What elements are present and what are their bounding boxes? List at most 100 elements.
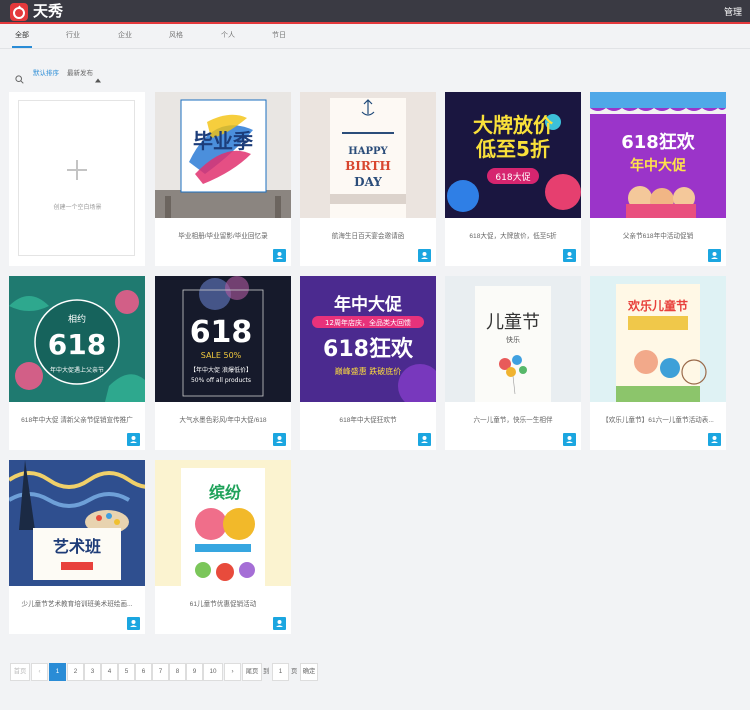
use-template-button[interactable] <box>273 433 286 446</box>
card-caption: 父亲节618年中活动促销 <box>622 233 694 240</box>
thumb-text: 低至5折 <box>475 137 550 161</box>
use-template-button[interactable] <box>127 617 140 630</box>
page-button-4[interactable]: 4 <box>101 663 118 681</box>
template-card[interactable]: 相约 618 年中大促遇上父亲节 618年中大促 清新父亲节促销宣传推广 <box>9 276 145 450</box>
card-caption: 61儿童节优惠促销活动 <box>189 601 257 608</box>
template-thumbnail: 毕业季 <box>155 92 291 218</box>
template-thumbnail: 艺术班 <box>9 460 145 586</box>
tab-industry[interactable]: 行业 <box>66 31 80 41</box>
template-card[interactable]: 大牌放价 低至5折 618大促 618大促，大牌放价，低至5折 <box>445 92 581 266</box>
user-icon <box>130 620 137 627</box>
admin-link[interactable]: 管理 <box>724 5 742 19</box>
page-button-2[interactable]: 2 <box>67 663 84 681</box>
page-button-1[interactable]: 1 <box>49 663 66 681</box>
template-card[interactable]: HAPPY BIRTH DAY 航海生日百天宴会邀请函 <box>300 92 436 266</box>
template-card[interactable]: 缤纷 61儿童节优惠促销活动 <box>155 460 291 634</box>
template-thumbnail: HAPPY BIRTH DAY <box>300 92 436 218</box>
thumb-text: 快乐 <box>506 335 520 344</box>
tab-style[interactable]: 风格 <box>169 31 183 41</box>
use-template-button[interactable] <box>273 617 286 630</box>
use-template-button[interactable] <box>273 249 286 262</box>
app-title: 天秀 <box>33 3 64 20</box>
template-card[interactable]: 618 SALE 50% 【年中大促 浪爆低价】 50% off all pro… <box>155 276 291 450</box>
svg-text:DAY: DAY <box>354 175 382 189</box>
thumb-text: 大牌放价 <box>473 113 554 137</box>
first-page-button[interactable]: 首页 <box>10 663 30 681</box>
thumb-text: 618狂欢 <box>323 336 414 362</box>
thumb-text: 年中大促遇上父亲节 <box>50 366 104 374</box>
page-button-5[interactable]: 5 <box>118 663 135 681</box>
user-icon <box>276 620 283 627</box>
card-caption: 618年中大促 清新父亲节促销宣传推广 <box>21 417 133 424</box>
template-card[interactable]: 儿童节 快乐 六一儿童节，快乐一生相伴 <box>445 276 581 450</box>
thumb-text: 巅峰盛惠 跌破底价 <box>335 366 402 376</box>
prev-page-button[interactable]: ‹ <box>31 663 48 681</box>
page-button-10[interactable]: 10 <box>203 663 223 681</box>
template-thumbnail: 欢乐儿童节 <box>590 276 726 402</box>
page-button-8[interactable]: 8 <box>169 663 186 681</box>
top-bar: 天秀 管理 <box>0 0 750 24</box>
use-template-button[interactable] <box>418 433 431 446</box>
use-template-button[interactable] <box>563 433 576 446</box>
template-card[interactable]: 毕业季 毕业相册/毕业留影/毕业回忆录 <box>155 92 291 266</box>
thumb-text: SALE 50% <box>201 351 242 360</box>
page-button-7[interactable]: 7 <box>152 663 169 681</box>
template-thumbnail: 年中大促 12周年店庆，全品类大回馈 618狂欢 巅峰盛惠 跌破底价 <box>300 276 436 402</box>
blank-card-frame: 创建一个空白场景 <box>18 100 135 256</box>
tab-all[interactable]: 全部 <box>15 31 29 41</box>
use-template-button[interactable] <box>708 433 721 446</box>
thumb-text: 50% off all products <box>191 377 251 384</box>
tab-personal[interactable]: 个人 <box>221 31 235 41</box>
template-thumbnail: 618狂欢 年中大促 <box>590 92 726 218</box>
template-thumbnail: 618 SALE 50% 【年中大促 浪爆低价】 50% off all pro… <box>155 276 291 402</box>
user-icon <box>276 436 283 443</box>
next-page-button[interactable]: › <box>224 663 241 681</box>
template-card[interactable]: 欢乐儿童节 【欢乐儿童节】61六一儿童节活动表... <box>590 276 726 450</box>
sort-up-icon[interactable] <box>95 70 101 88</box>
card-caption: 618大促，大牌放价，低至5折 <box>469 233 557 240</box>
template-card[interactable]: 年中大促 12周年店庆，全品类大回馈 618狂欢 巅峰盛惠 跌破底价 618年中… <box>300 276 436 450</box>
blank-card-label: 创建一个空白场景 <box>53 205 102 211</box>
last-page-button[interactable]: 尾页 <box>242 663 262 681</box>
tab-festival[interactable]: 节日 <box>272 31 286 41</box>
user-icon <box>566 252 573 259</box>
template-card[interactable]: 618狂欢 年中大促 父亲节618年中活动促销 <box>590 92 726 266</box>
user-icon <box>276 252 283 259</box>
thumb-text: 12周年店庆，全品类大回馈 <box>325 318 411 327</box>
svg-text:HAPPY: HAPPY <box>348 146 388 157</box>
sort-latest[interactable]: 最新发布 <box>67 69 93 78</box>
use-template-button[interactable] <box>418 249 431 262</box>
create-blank-card[interactable]: 创建一个空白场景 <box>9 92 145 266</box>
search-icon[interactable] <box>15 71 24 89</box>
card-caption: 618年中大促狂欢节 <box>339 417 397 424</box>
goto-page-input[interactable]: 1 <box>272 663 289 681</box>
template-thumbnail: 相约 618 年中大促遇上父亲节 <box>9 276 145 402</box>
use-template-button[interactable] <box>127 433 140 446</box>
card-caption: 航海生日百天宴会邀请函 <box>331 233 405 240</box>
thumb-text: 618 <box>48 328 106 361</box>
page-button-3[interactable]: 3 <box>84 663 101 681</box>
logo-icon[interactable] <box>10 3 28 21</box>
use-template-button[interactable] <box>563 249 576 262</box>
tab-enterprise[interactable]: 企业 <box>118 31 132 41</box>
thumb-text: 相约 <box>68 313 86 325</box>
page-button-9[interactable]: 9 <box>186 663 203 681</box>
user-icon <box>421 436 428 443</box>
goto-suffix: 页 <box>291 668 298 675</box>
page-button-6[interactable]: 6 <box>135 663 152 681</box>
card-caption: 【欢乐儿童节】61六一儿童节活动表... <box>602 417 714 424</box>
sort-default[interactable]: 默认排序 <box>33 69 59 78</box>
user-icon <box>711 252 718 259</box>
thumb-text: 618狂欢 <box>621 132 696 153</box>
template-card[interactable]: 艺术班 少儿童节艺术教育培训班美术班绘画... <box>9 460 145 634</box>
goto-confirm-button[interactable]: 确定 <box>300 663 318 681</box>
card-caption: 大气水墨色彩风/年中大促/618 <box>179 417 267 424</box>
svg-text:BIRTH: BIRTH <box>345 159 391 173</box>
user-icon <box>566 436 573 443</box>
use-template-button[interactable] <box>708 249 721 262</box>
plus-icon <box>66 159 88 186</box>
thumb-text: 毕业季 <box>193 129 253 153</box>
thumb-text: 欢乐儿童节 <box>627 298 688 313</box>
template-thumbnail: 儿童节 快乐 <box>445 276 581 402</box>
sort-bar: 默认排序 最新发布 <box>0 62 750 84</box>
